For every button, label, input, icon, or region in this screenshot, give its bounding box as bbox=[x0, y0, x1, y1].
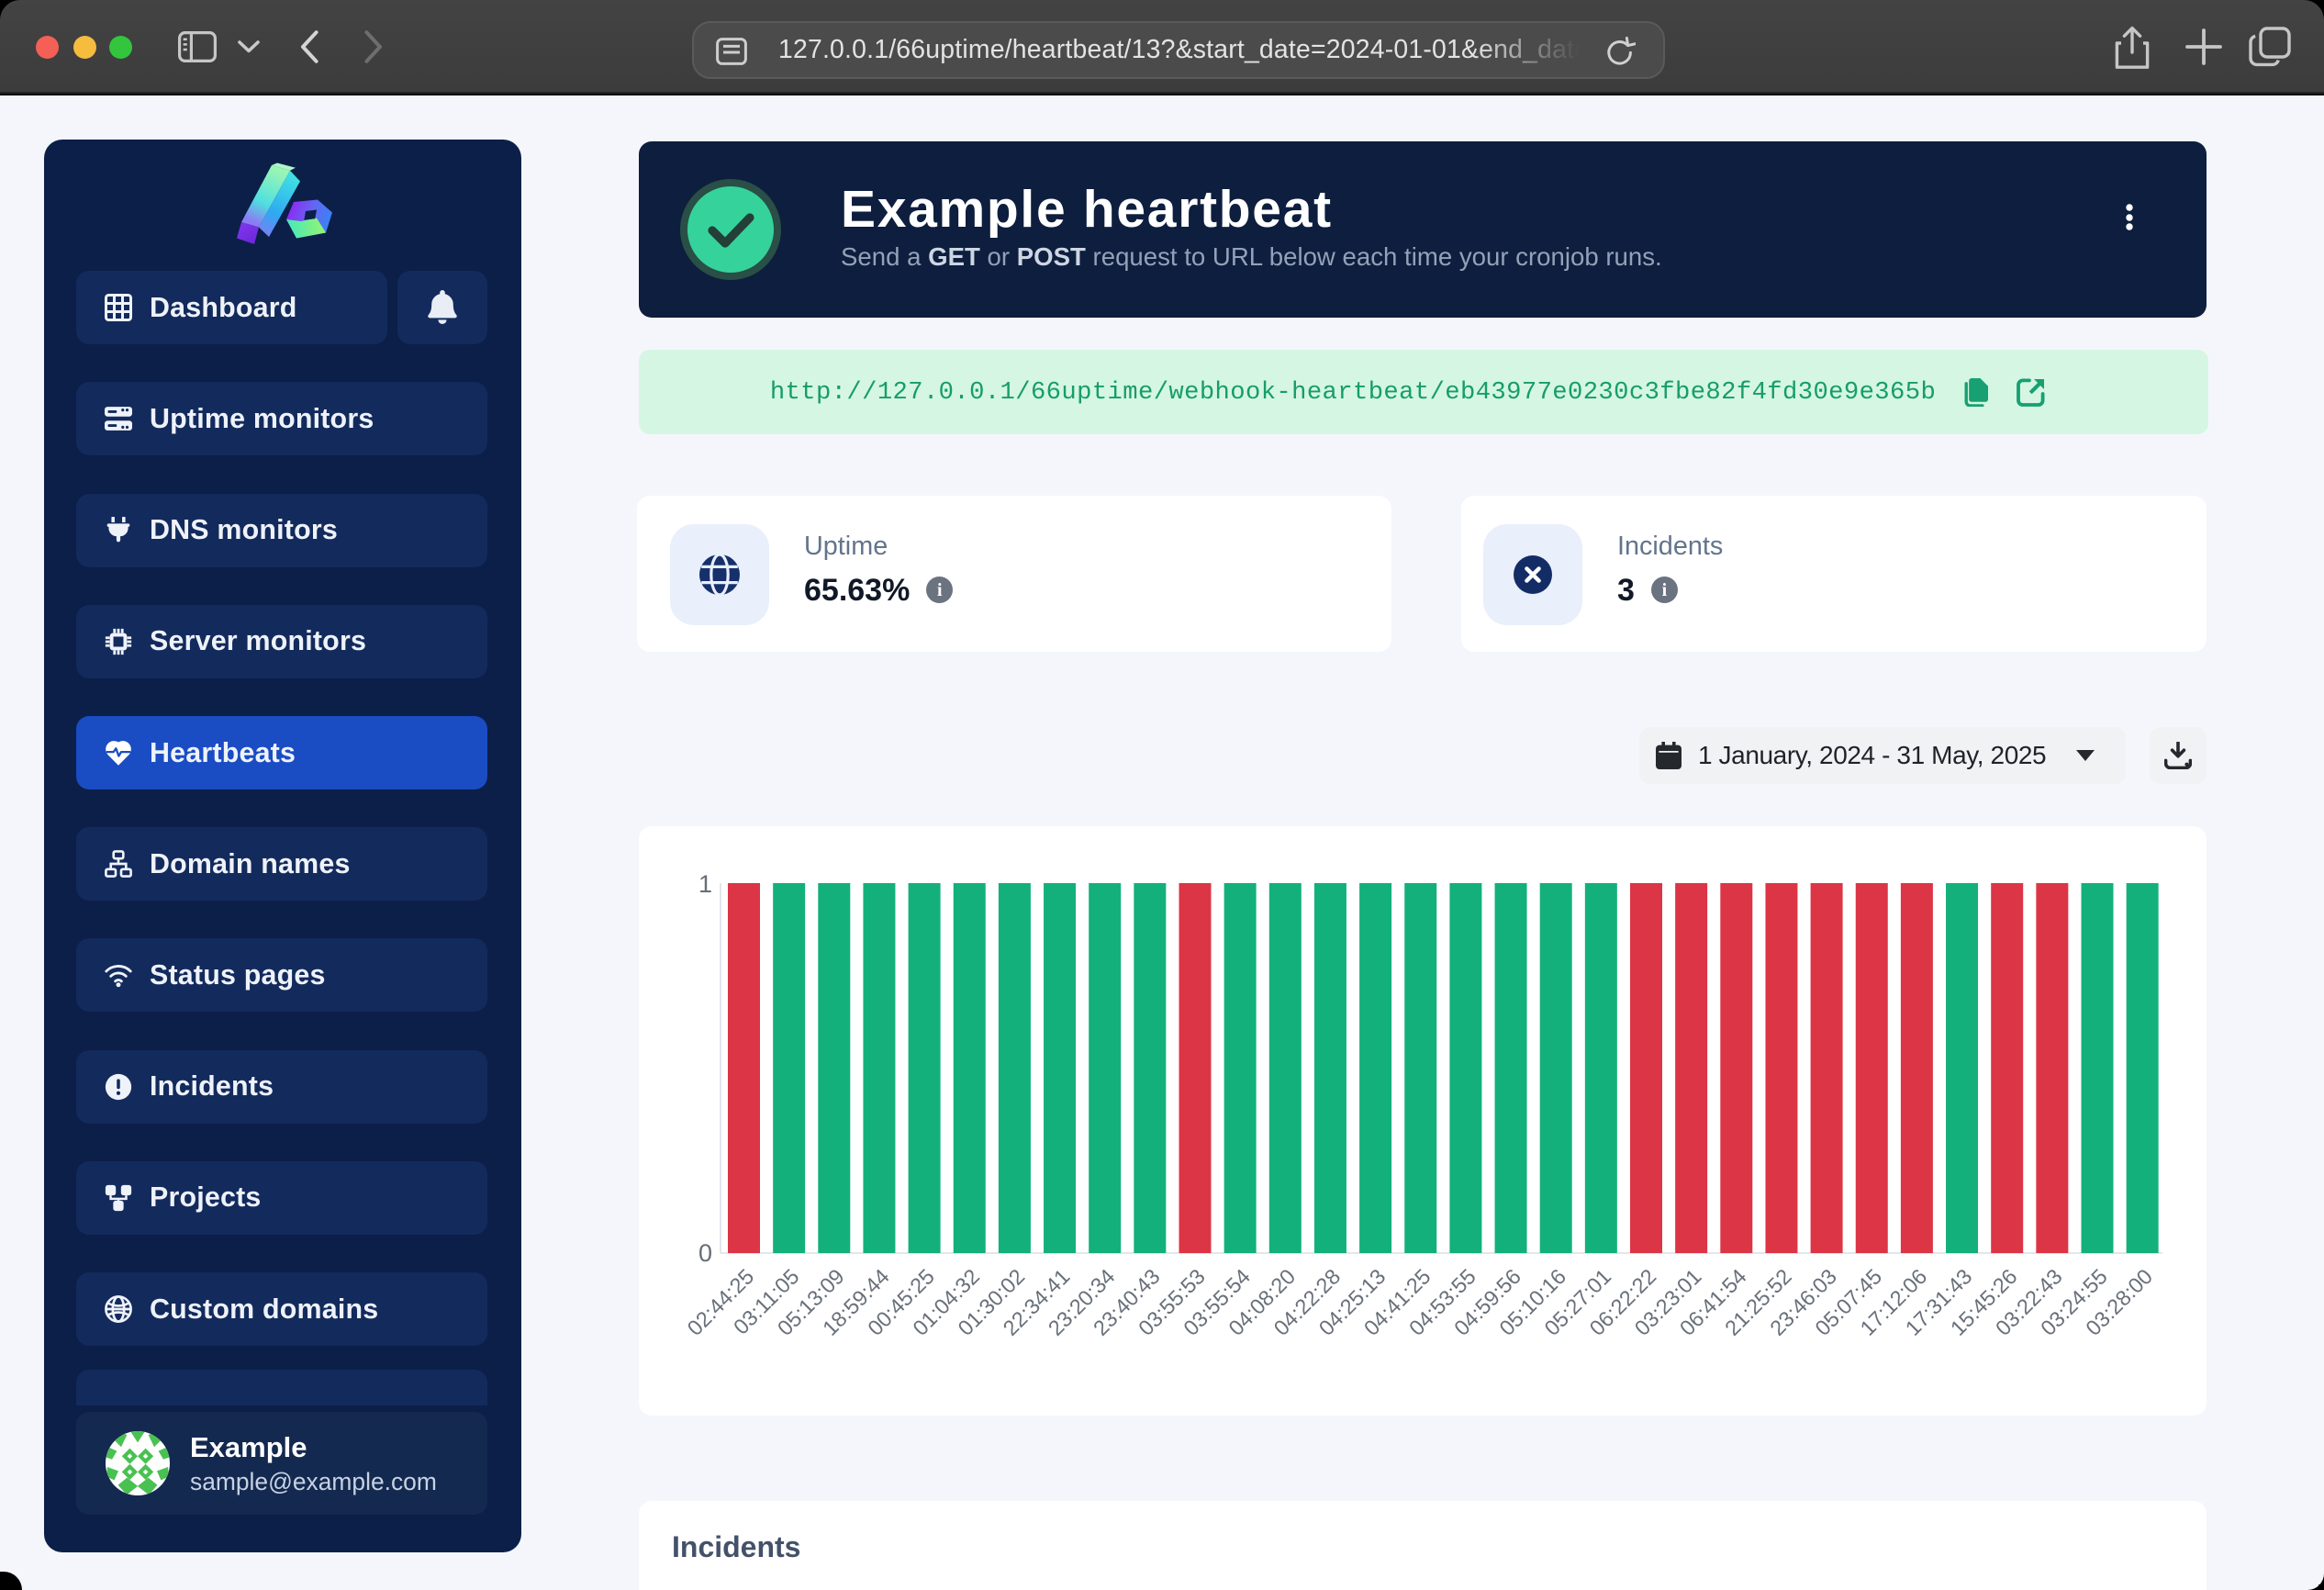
svg-text:1: 1 bbox=[698, 870, 712, 898]
svg-text:0: 0 bbox=[698, 1239, 712, 1267]
